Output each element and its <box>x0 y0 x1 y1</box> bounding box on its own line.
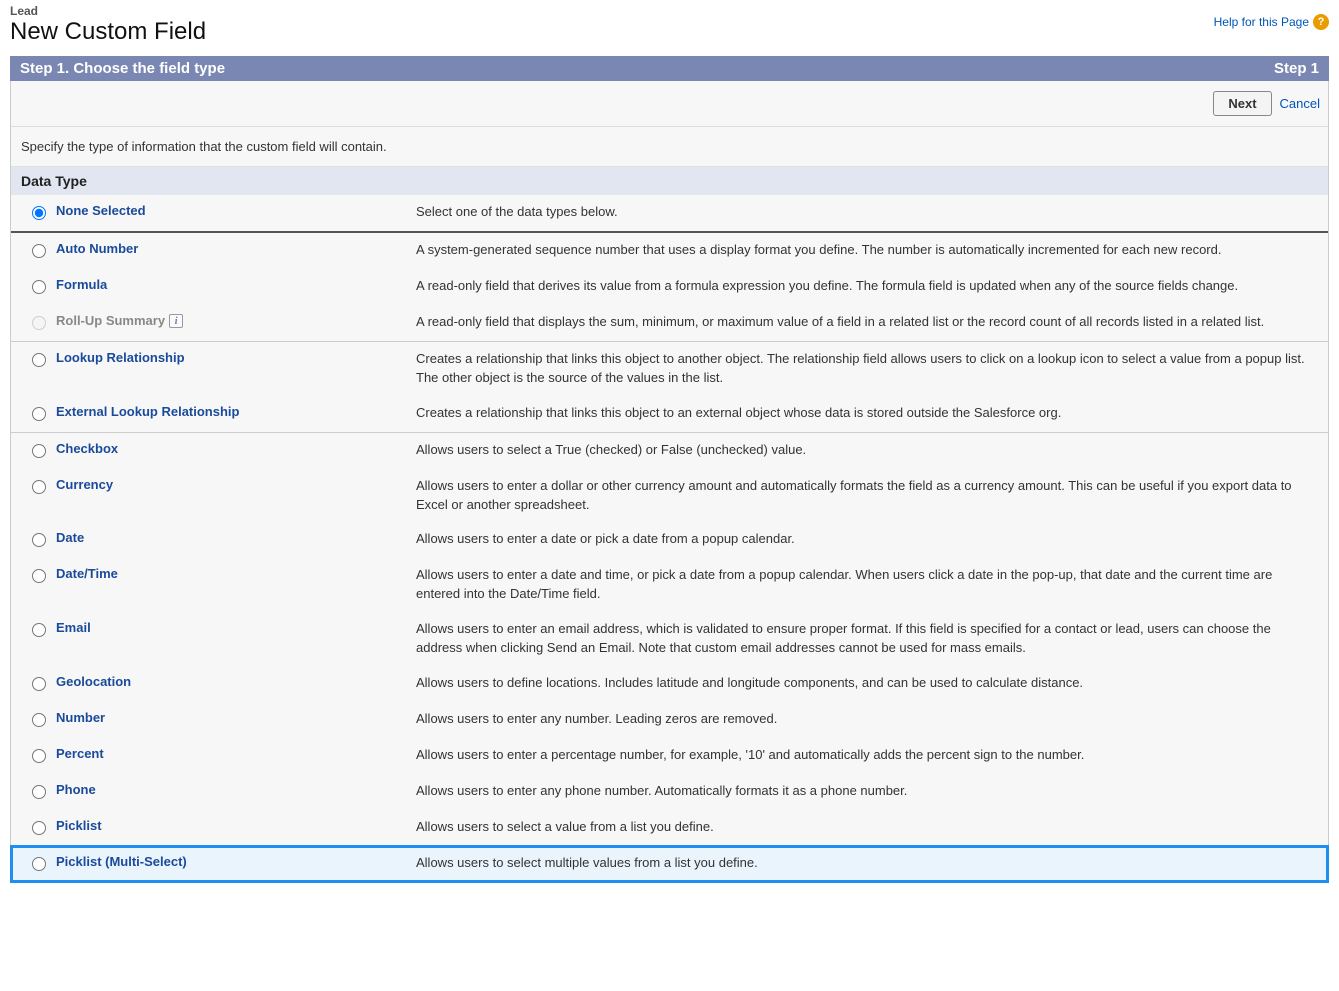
step-bar: Step 1. Choose the field type Step 1 <box>10 56 1329 81</box>
radio-formula[interactable] <box>32 280 46 294</box>
data-type-row-datetime: Date/TimeAllows users to enter a date an… <box>11 558 1328 612</box>
data-type-label: Auto Number <box>55 232 415 269</box>
radio-datetime[interactable] <box>32 569 46 583</box>
data-type-label: Checkbox <box>55 432 415 469</box>
data-type-row-formula: FormulaA read-only field that derives it… <box>11 269 1328 305</box>
radio-lookup-relationship[interactable] <box>32 353 46 367</box>
radio-date[interactable] <box>32 533 46 547</box>
data-type-label: None Selected <box>55 195 415 231</box>
radio-rollup-summary <box>32 316 46 330</box>
help-icon: ? <box>1313 14 1329 30</box>
radio-number[interactable] <box>32 713 46 727</box>
data-type-row-percent: PercentAllows users to enter a percentag… <box>11 738 1328 774</box>
data-type-row-currency: CurrencyAllows users to enter a dollar o… <box>11 469 1328 523</box>
data-type-row-checkbox: CheckboxAllows users to select a True (c… <box>11 432 1328 469</box>
data-type-description: Creates a relationship that links this o… <box>415 396 1328 432</box>
data-type-label: Currency <box>55 469 415 523</box>
data-type-description: Allows users to enter a date and time, o… <box>415 558 1328 612</box>
data-type-description: A read-only field that derives its value… <box>415 269 1328 305</box>
data-type-label: Number <box>55 702 415 738</box>
radio-picklist[interactable] <box>32 821 46 835</box>
data-type-label: Lookup Relationship <box>55 342 415 396</box>
data-type-description: Allows users to enter any number. Leadin… <box>415 702 1328 738</box>
data-type-label: Date/Time <box>55 558 415 612</box>
data-type-description: Allows users to select a value from a li… <box>415 810 1328 846</box>
data-type-row-auto-number: Auto NumberA system-generated sequence n… <box>11 232 1328 269</box>
data-type-section-header: Data Type <box>11 167 1328 195</box>
data-type-description: Allows users to enter a dollar or other … <box>415 469 1328 523</box>
info-icon[interactable]: i <box>169 314 183 328</box>
radio-email[interactable] <box>32 623 46 637</box>
data-type-description: Creates a relationship that links this o… <box>415 342 1328 396</box>
data-type-description: Allows users to select multiple values f… <box>415 846 1328 882</box>
data-type-row-picklist-multiselect: Picklist (Multi-Select)Allows users to s… <box>11 846 1328 882</box>
data-type-label: External Lookup Relationship <box>55 396 415 432</box>
data-type-row-external-lookup-relationship: External Lookup RelationshipCreates a re… <box>11 396 1328 432</box>
cancel-link[interactable]: Cancel <box>1280 96 1320 111</box>
radio-none-selected[interactable] <box>32 206 46 220</box>
data-type-label: Formula <box>55 269 415 305</box>
data-type-row-date: DateAllows users to enter a date or pick… <box>11 522 1328 558</box>
data-type-row-picklist: PicklistAllows users to select a value f… <box>11 810 1328 846</box>
step-bar-left: Step 1. Choose the field type <box>20 60 225 77</box>
help-page-link[interactable]: Help for this Page ? <box>1214 14 1329 30</box>
data-type-description: A system-generated sequence number that … <box>415 232 1328 269</box>
radio-auto-number[interactable] <box>32 244 46 258</box>
page-header: Lead New Custom Field Help for this Page… <box>0 0 1339 56</box>
data-type-row-phone: PhoneAllows users to enter any phone num… <box>11 774 1328 810</box>
data-type-row-number: NumberAllows users to enter any number. … <box>11 702 1328 738</box>
next-button[interactable]: Next <box>1213 91 1271 116</box>
data-type-label: Picklist (Multi-Select) <box>55 846 415 882</box>
data-type-row-email: EmailAllows users to enter an email addr… <box>11 612 1328 666</box>
data-type-description: Allows users to enter a date or pick a d… <box>415 522 1328 558</box>
step-bar-right: Step 1 <box>1274 60 1319 77</box>
data-type-row-lookup-relationship: Lookup RelationshipCreates a relationshi… <box>11 342 1328 396</box>
data-type-table: None SelectedSelect one of the data type… <box>11 195 1328 882</box>
data-type-description: Allows users to select a True (checked) … <box>415 432 1328 469</box>
data-type-row-geolocation: GeolocationAllows users to define locati… <box>11 666 1328 702</box>
data-type-row-none-selected: None SelectedSelect one of the data type… <box>11 195 1328 231</box>
radio-picklist-multiselect[interactable] <box>32 857 46 871</box>
main-panel: Next Cancel Specify the type of informat… <box>10 81 1329 883</box>
data-type-label: Percent <box>55 738 415 774</box>
data-type-description: Allows users to enter a percentage numbe… <box>415 738 1328 774</box>
data-type-label: Geolocation <box>55 666 415 702</box>
data-type-description: A read-only field that displays the sum,… <box>415 305 1328 341</box>
data-type-label: Picklist <box>55 810 415 846</box>
help-page-label: Help for this Page <box>1214 15 1309 29</box>
data-type-label: Phone <box>55 774 415 810</box>
radio-checkbox[interactable] <box>32 444 46 458</box>
data-type-description: Allows users to enter an email address, … <box>415 612 1328 666</box>
radio-phone[interactable] <box>32 785 46 799</box>
radio-percent[interactable] <box>32 749 46 763</box>
page-title: New Custom Field <box>10 18 1329 46</box>
instruction-text: Specify the type of information that the… <box>11 127 1328 167</box>
breadcrumb: Lead <box>10 4 1329 18</box>
data-type-row-rollup-summary: Roll-Up SummaryiA read-only field that d… <box>11 305 1328 341</box>
radio-currency[interactable] <box>32 480 46 494</box>
radio-geolocation[interactable] <box>32 677 46 691</box>
data-type-label: Email <box>55 612 415 666</box>
button-row-top: Next Cancel <box>11 81 1328 127</box>
data-type-label: Date <box>55 522 415 558</box>
data-type-description: Select one of the data types below. <box>415 195 1328 231</box>
data-type-label: Roll-Up Summaryi <box>55 305 415 341</box>
radio-external-lookup-relationship[interactable] <box>32 407 46 421</box>
data-type-description: Allows users to define locations. Includ… <box>415 666 1328 702</box>
data-type-description: Allows users to enter any phone number. … <box>415 774 1328 810</box>
